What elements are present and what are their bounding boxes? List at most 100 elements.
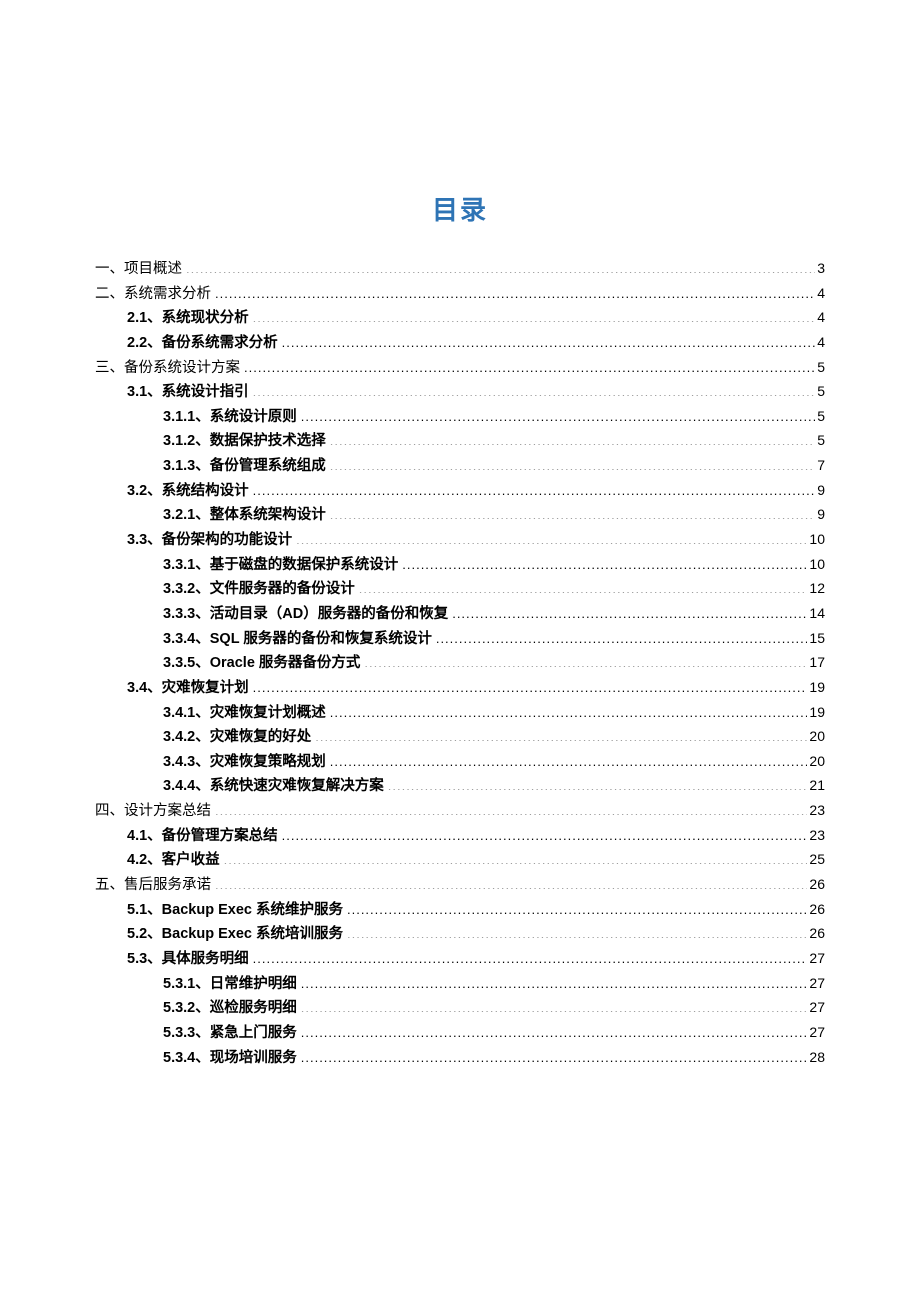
toc-entry-number: 5.1、 — [127, 902, 162, 918]
toc-entry-page: 5 — [815, 405, 825, 429]
toc-leader-dots — [388, 776, 808, 791]
toc-entry-number: 3.2.1、 — [163, 507, 210, 523]
toc-entry-text: 具体服务明细 — [162, 951, 249, 967]
toc-entry-text: 系统快速灾难恢复解决方案 — [210, 778, 384, 794]
toc-leader-dots — [330, 505, 815, 520]
toc-entry-label: 2.1、系统现状分析 — [127, 306, 249, 331]
toc-entry-text: 基于磁盘的数据保护系统设计 — [210, 557, 399, 573]
toc-leader-dots — [186, 259, 815, 274]
toc-entry-text: 三、备份系统设计方案 — [95, 360, 240, 376]
toc-entry: 5.2、Backup Exec 系统培训服务26 — [95, 922, 825, 947]
toc-entry-page: 5 — [815, 380, 825, 404]
toc-entry-text: 系统结构设计 — [162, 483, 249, 499]
toc-entry-label: 5.3.3、紧急上门服务 — [163, 1021, 297, 1046]
toc-leader-dots — [282, 825, 808, 840]
toc-entry-number: 2.1、 — [127, 310, 162, 326]
toc-entry: 三、备份系统设计方案5 — [95, 356, 825, 381]
toc-entry-text: Backup Exec 系统维护服务 — [162, 902, 343, 918]
toc-entry-number: 3.3、 — [127, 532, 162, 548]
toc-leader-dots — [301, 1047, 808, 1062]
toc-entry-text: 备份架构的功能设计 — [162, 532, 293, 548]
toc-leader-dots — [253, 382, 816, 397]
toc-entry-text: 一、项目概述 — [95, 261, 182, 277]
toc-entry-label: 四、设计方案总结 — [95, 799, 211, 824]
toc-entry: 四、设计方案总结23 — [95, 799, 825, 824]
toc-entry-number: 4.2、 — [127, 852, 162, 868]
toc-leader-dots — [253, 948, 808, 963]
toc-entry-page: 20 — [807, 725, 825, 749]
toc-leader-dots — [253, 308, 816, 323]
toc-entry-label: 3.4.3、灾难恢复策略规划 — [163, 750, 326, 775]
toc-entry-text: SQL 服务器的备份和恢复系统设计 — [210, 631, 432, 647]
toc-entry-label: 3.1、系统设计指引 — [127, 380, 249, 405]
toc-entry-text: Backup Exec 系统培训服务 — [162, 926, 343, 942]
toc-entry-number: 3.3.3、 — [163, 606, 210, 622]
toc-entry-label: 3.4、灾难恢复计划 — [127, 676, 249, 701]
toc-entry-label: 二、系统需求分析 — [95, 282, 211, 307]
toc-entry-text: 二、系统需求分析 — [95, 286, 211, 302]
toc-entry-label: 5.1、Backup Exec 系统维护服务 — [127, 898, 343, 923]
toc-entry-text: 灾难恢复的好处 — [210, 729, 312, 745]
toc-entry: 3.1、系统设计指引 5 — [95, 380, 825, 405]
toc-entry-label: 3.3.3、活动目录（AD）服务器的备份和恢复 — [163, 602, 448, 627]
toc-entry: 3.3.3、活动目录（AD）服务器的备份和恢复 14 — [95, 602, 825, 627]
toc-entry-page: 10 — [807, 528, 825, 552]
toc-entry: 4.2、客户收益25 — [95, 848, 825, 873]
toc-entry-label: 3.3.4、SQL 服务器的备份和恢复系统设计 — [163, 627, 432, 652]
toc-entry-label: 3.4.2、灾难恢复的好处 — [163, 725, 311, 750]
toc-entry-text: 五、售后服务承诺 — [95, 877, 211, 893]
toc-entry-page: 3 — [815, 257, 825, 281]
toc-entry-number: 3.2、 — [127, 483, 162, 499]
toc-leader-dots — [347, 899, 807, 914]
toc-entry: 3.2.1、整体系统架构设计9 — [95, 503, 825, 528]
toc-entry-text: 备份管理系统组成 — [210, 458, 326, 474]
toc-entry-number: 3.1、 — [127, 384, 162, 400]
toc-entry-label: 三、备份系统设计方案 — [95, 356, 240, 381]
toc-entry-text: 整体系统架构设计 — [210, 507, 326, 523]
toc-leader-dots — [364, 653, 807, 668]
toc-entry-number: 3.3.5、 — [163, 655, 210, 671]
toc-leader-dots — [282, 332, 816, 347]
toc-entry-label: 2.2、备份系统需求分析 — [127, 331, 278, 356]
toc-entry-text: 灾难恢复计划 — [162, 680, 249, 696]
toc-entry-page: 14 — [807, 602, 825, 626]
toc-entry-number: 5.3、 — [127, 951, 162, 967]
toc-entry: 3.4.2、灾难恢复的好处 20 — [95, 725, 825, 750]
toc-entry-number: 3.4.1、 — [163, 705, 210, 721]
toc-leader-dots — [301, 406, 815, 421]
toc-leader-dots — [452, 603, 807, 618]
toc-entry-page: 12 — [807, 577, 825, 601]
toc-entry-page: 15 — [807, 627, 825, 651]
toc-entry: 3.1.1、系统设计原则 5 — [95, 405, 825, 430]
toc-entry-text: 四、设计方案总结 — [95, 803, 211, 819]
toc-entry-text: 系统现状分析 — [162, 310, 249, 326]
toc-entry: 5.1、Backup Exec 系统维护服务 26 — [95, 898, 825, 923]
toc-entry: 3.4.1、灾难恢复计划概述19 — [95, 701, 825, 726]
toc-entry-label: 3.1.1、系统设计原则 — [163, 405, 297, 430]
toc-entry: 3.3、备份架构的功能设计 10 — [95, 528, 825, 553]
toc-entry-label: 3.3、备份架构的功能设计 — [127, 528, 292, 553]
toc-leader-dots — [244, 357, 815, 372]
toc-leader-dots — [330, 431, 815, 446]
toc-leader-dots — [224, 850, 808, 865]
toc-entry-label: 5.3.4、现场培训服务 — [163, 1046, 297, 1071]
toc-entry-text: 备份系统需求分析 — [162, 335, 278, 351]
toc-list: 一、项目概述3二、系统需求分析42.1、系统现状分析42.2、备份系统需求分析4… — [95, 257, 825, 1070]
toc-entry-page: 26 — [807, 898, 825, 922]
toc-entry: 3.3.5、Oracle 服务器备份方式17 — [95, 651, 825, 676]
toc-entry-page: 23 — [807, 824, 825, 848]
toc-entry-number: 5.3.3、 — [163, 1025, 210, 1041]
toc-entry-page: 4 — [815, 282, 825, 306]
toc-entry-page: 5 — [815, 429, 825, 453]
document-page: 目录 一、项目概述3二、系统需求分析42.1、系统现状分析42.2、备份系统需求… — [0, 0, 920, 1302]
toc-leader-dots — [347, 924, 807, 939]
toc-entry: 3.3.1、基于磁盘的数据保护系统设计10 — [95, 553, 825, 578]
toc-entry: 3.3.2、文件服务器的备份设计12 — [95, 577, 825, 602]
toc-leader-dots — [296, 530, 807, 545]
toc-entry-text: Oracle 服务器备份方式 — [210, 655, 361, 671]
toc-entry: 一、项目概述 3 — [95, 257, 825, 282]
toc-entry-label: 五、售后服务承诺 — [95, 873, 211, 898]
toc-entry-label: 4.1、备份管理方案总结 — [127, 824, 278, 849]
toc-entry-page: 7 — [815, 454, 825, 478]
toc-entry: 5.3.2、巡检服务明细27 — [95, 996, 825, 1021]
